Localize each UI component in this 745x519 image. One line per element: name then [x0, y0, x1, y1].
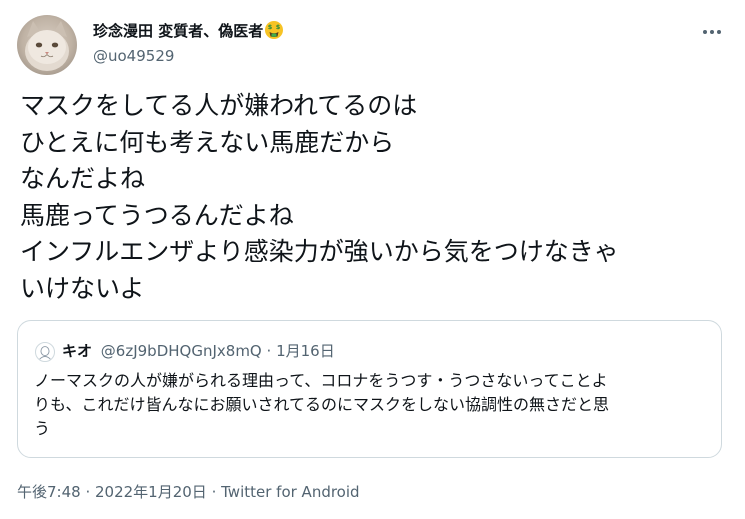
author-name-text: 珍念漫田 変質者、偽医者: [93, 22, 264, 40]
cat-avatar-icon: [25, 21, 69, 71]
tweet-source-link[interactable]: Twitter for Android: [221, 483, 359, 501]
tweet: 珍念漫田 変質者、偽医者 $ $ @uo49529 マスクをしてる人が嫌われてる…: [0, 0, 745, 519]
quoted-text-line: りも、これだけ皆んなにお願いされてるのにマスクをしない協調性の無さだと思: [34, 395, 610, 414]
quoted-tweet-text: ノーマスクの人が嫌がられる理由って、コロナをうつす・うつさないってことよ りも、…: [34, 369, 712, 441]
tweet-text-line: マスクをしてる人が嫌われてるのは: [20, 91, 418, 120]
tweet-time[interactable]: 午後7:48: [17, 483, 81, 501]
tweet-text-line: なんだよね: [20, 164, 146, 193]
quoted-author-name[interactable]: キオ: [62, 342, 92, 360]
money-mouth-face-icon: $ $: [265, 21, 284, 39]
tweet-text-line: インフルエンザより感染力が強いから気をつけなきゃ: [20, 237, 619, 266]
tweet-text-line: ひとえに何も考えない馬鹿だから: [20, 127, 395, 157]
quoted-text-line: ノーマスクの人が嫌がられる理由って、コロナをうつす・うつさないってことよ: [34, 371, 608, 390]
svg-text:$: $: [268, 23, 273, 31]
svg-text:$: $: [276, 23, 281, 31]
author-handle[interactable]: @uo49529: [93, 45, 174, 67]
quoted-date[interactable]: 1月16日: [276, 342, 335, 360]
more-dot-icon: [703, 30, 707, 34]
quoted-separator: ·: [266, 342, 272, 360]
quoted-text-line: う: [34, 419, 51, 438]
avatar[interactable]: [17, 15, 77, 75]
tweet-text-line: 馬鹿ってうつるんだよね: [20, 200, 294, 230]
more-dot-icon: [710, 30, 714, 34]
tweet-text: マスクをしてる人が嫌われてるのは ひとえに何も考えない馬鹿だから なんだよね 馬…: [20, 88, 730, 307]
quoted-tweet-header: キオ @6zJ9bDHQGnJx8mQ · 1月16日: [62, 340, 335, 362]
more-options-button[interactable]: [700, 20, 724, 44]
more-dot-icon: [717, 30, 721, 34]
default-avatar-icon: [39, 346, 51, 360]
quoted-avatar: [35, 342, 55, 362]
quoted-author-handle[interactable]: @6zJ9bDHQGnJx8mQ: [101, 342, 262, 360]
meta-separator: ·: [80, 483, 95, 501]
quoted-tweet-card[interactable]: キオ @6zJ9bDHQGnJx8mQ · 1月16日 ノーマスクの人が嫌がられ…: [17, 320, 722, 458]
tweet-date[interactable]: 2022年1月20日: [95, 483, 207, 501]
tweet-text-line: いけないよ: [20, 273, 145, 303]
author-display-name[interactable]: 珍念漫田 変質者、偽医者 $ $: [93, 20, 284, 42]
tweet-metadata: 午後7:48 · 2022年1月20日 · Twitter for Androi…: [17, 481, 360, 503]
meta-separator: ·: [206, 483, 222, 501]
